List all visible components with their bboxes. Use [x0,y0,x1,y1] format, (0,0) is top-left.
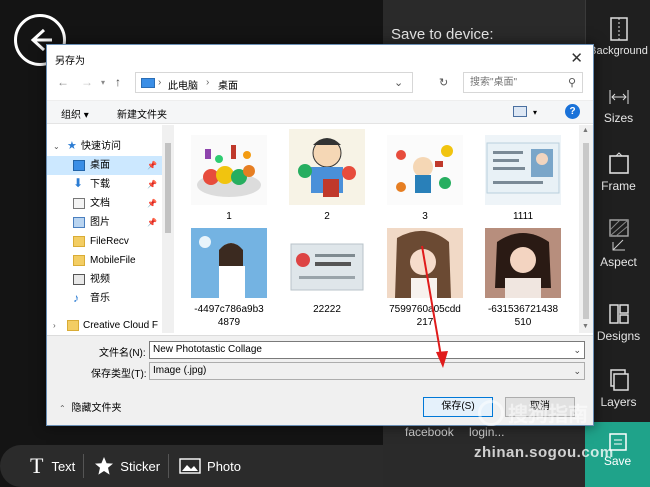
watermark-logo: 搜狗指南 [478,398,608,432]
watermark-url: zhinan.sogou.com [474,444,614,461]
watermark-logo-text: 搜狗指南 [508,404,588,426]
